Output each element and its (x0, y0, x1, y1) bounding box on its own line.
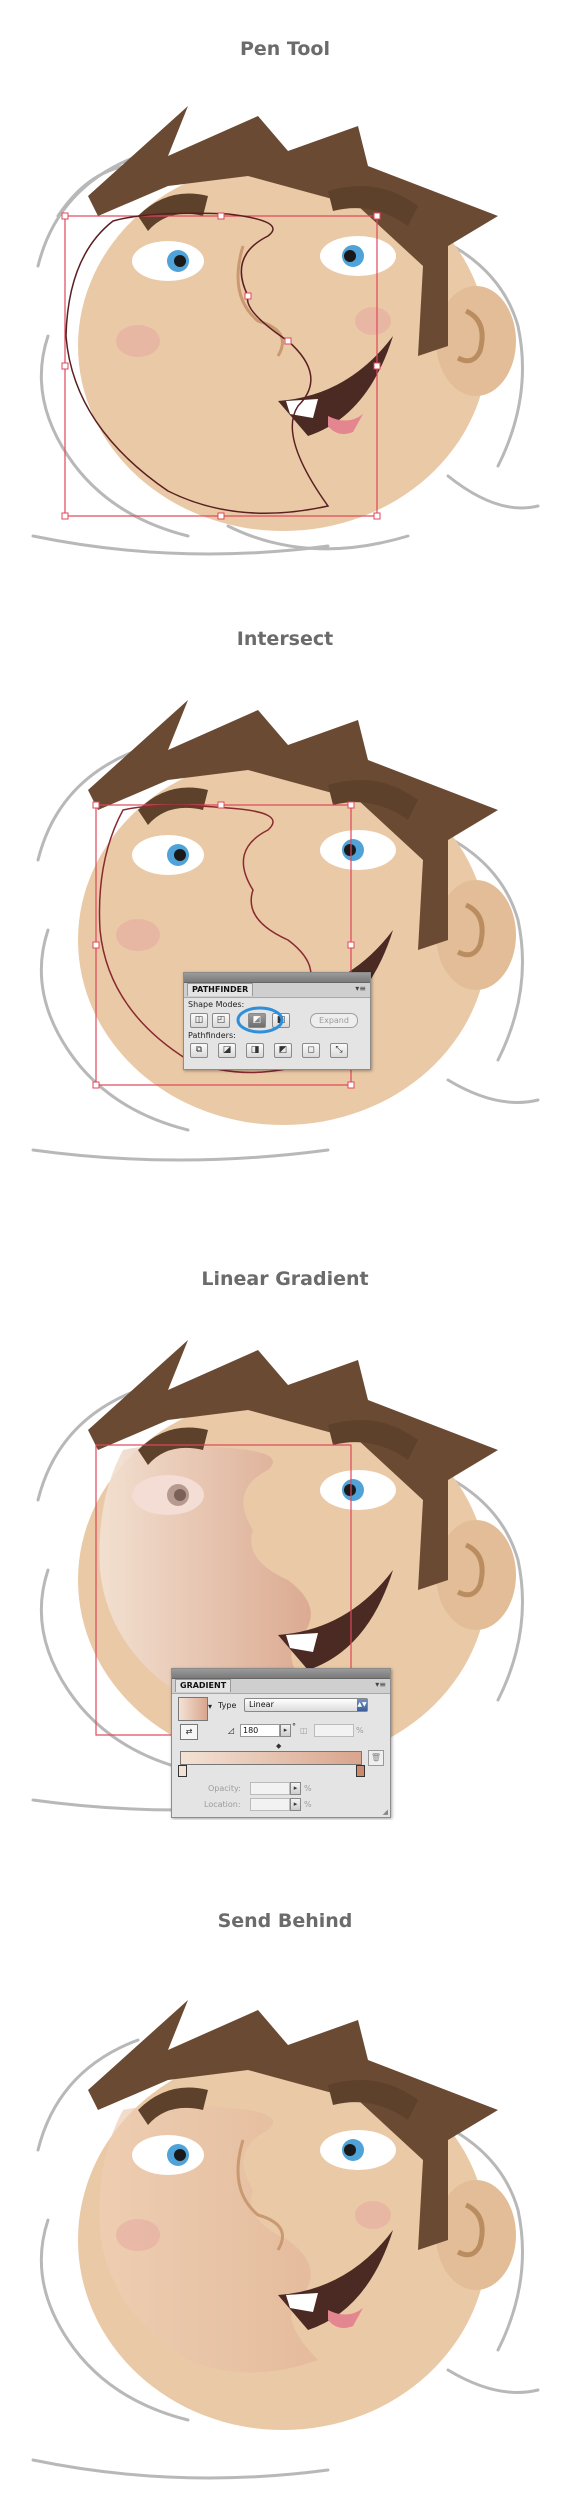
divide-button[interactable]: ⧉ (190, 1043, 208, 1058)
step-title-pen-tool: Pen Tool (239, 38, 330, 60)
location-label: Location: (204, 1800, 241, 1809)
gradient-panel: GRADIENT ▾≡ ▾ Type Linear ▲▼ ⇄ ◿ 180 ▸ °… (171, 1668, 391, 1818)
pathfinders-label: Pathfinders: (188, 1031, 236, 1040)
minus-back-button[interactable]: ⤡ (330, 1043, 348, 1058)
type-value: Linear (249, 1700, 274, 1709)
aspect-percent: % (356, 1726, 364, 1735)
angle-field[interactable]: 180 (240, 1724, 280, 1737)
gradient-slider[interactable] (180, 1751, 362, 1765)
expand-button[interactable]: Expand (310, 1013, 358, 1028)
opacity-percent: % (304, 1784, 312, 1793)
trash-icon[interactable]: 🗑 (368, 1750, 384, 1766)
location-percent: % (304, 1800, 312, 1809)
swatch-dropdown-icon[interactable]: ▾ (208, 1702, 212, 1711)
tab-gradient[interactable]: GRADIENT (175, 1679, 232, 1692)
panel-menu-icon[interactable]: ▾≡ (375, 1681, 386, 1689)
illustration-send-behind (28, 1980, 542, 2495)
resize-grip-icon[interactable]: ◢ (383, 1808, 388, 1816)
merge-button[interactable]: ◨ (246, 1043, 264, 1058)
location-stepper[interactable]: ▸ (290, 1798, 301, 1811)
gradient-swatch[interactable] (178, 1697, 208, 1721)
panel-titlebar[interactable] (184, 973, 370, 983)
location-field[interactable] (250, 1798, 290, 1811)
step-title-send-behind: Send Behind (217, 1910, 353, 1932)
opacity-label: Opacity: (208, 1784, 241, 1793)
chevron-down-icon: ▲▼ (357, 1699, 367, 1711)
gradient-stop-left[interactable] (178, 1765, 187, 1777)
opacity-field[interactable] (250, 1782, 290, 1795)
illustration-pen-tool (28, 96, 542, 566)
highlight-circle (236, 1006, 284, 1034)
tab-pathfinder[interactable]: PATHFINDER (187, 983, 254, 996)
illustration-intersect: PATHFINDER ▾≡ Shape Modes: ◫ ◰ ◩ ◧ Expan… (28, 690, 542, 1170)
gradient-stop-right[interactable] (356, 1765, 365, 1777)
step-title-intersect: Intersect (236, 628, 334, 650)
step-title-linear-gradient: Linear Gradient (201, 1268, 369, 1290)
illustration-linear-gradient: GRADIENT ▾≡ ▾ Type Linear ▲▼ ⇄ ◿ 180 ▸ °… (28, 1330, 542, 1820)
type-select[interactable]: Linear ▲▼ (244, 1698, 368, 1712)
panel-titlebar[interactable] (172, 1669, 390, 1679)
type-label: Type (218, 1701, 237, 1710)
angle-stepper[interactable]: ▸ (280, 1724, 291, 1737)
aspect-ratio-icon: ◫ (300, 1726, 308, 1735)
angle-icon: ◿ (228, 1726, 235, 1735)
outline-button[interactable]: ◻ (302, 1043, 320, 1058)
opacity-stepper[interactable]: ▸ (290, 1782, 301, 1795)
minus-front-button[interactable]: ◰ (212, 1013, 230, 1028)
unite-button[interactable]: ◫ (190, 1013, 208, 1028)
crop-button[interactable]: ◩ (274, 1043, 292, 1058)
aspect-ratio-field[interactable] (314, 1724, 354, 1737)
reverse-gradient-icon[interactable]: ⇄ (180, 1724, 198, 1740)
gradient-midpoint-handle[interactable]: ◆ (276, 1742, 281, 1750)
angle-unit: ° (292, 1722, 296, 1731)
trim-button[interactable]: ◪ (218, 1043, 236, 1058)
panel-menu-icon[interactable]: ▾≡ (355, 985, 366, 993)
pathfinder-panel: PATHFINDER ▾≡ Shape Modes: ◫ ◰ ◩ ◧ Expan… (183, 972, 371, 1070)
